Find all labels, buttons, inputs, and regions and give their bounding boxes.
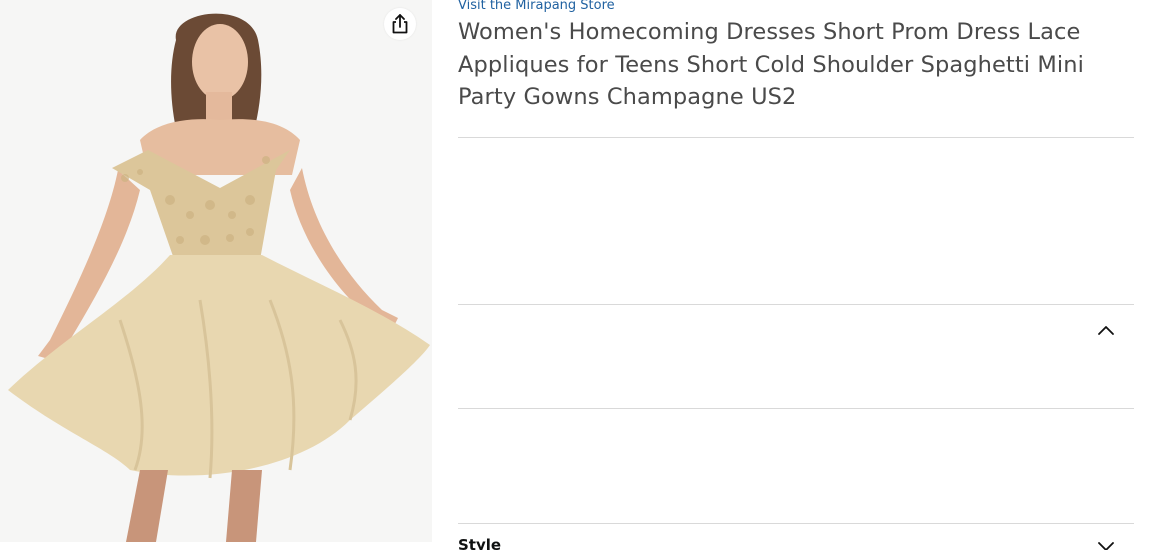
share-button[interactable]	[384, 8, 416, 40]
divider	[458, 408, 1134, 409]
product-image[interactable]	[0, 0, 432, 542]
product-image-panel	[0, 0, 432, 542]
product-info: Visit the Mirapang Store Women's Homecom…	[458, 0, 1134, 550]
collapsible-section[interactable]	[458, 305, 1134, 408]
chevron-down-icon[interactable]	[1096, 540, 1116, 550]
blank-section	[458, 138, 1134, 304]
style-section-label[interactable]: Style	[458, 536, 501, 550]
store-link[interactable]: Visit the Mirapang Store	[458, 0, 615, 13]
product-page: Visit the Mirapang Store Women's Homecom…	[0, 0, 1170, 550]
chevron-up-icon[interactable]	[1096, 323, 1116, 337]
share-icon	[392, 14, 408, 34]
product-title: Women's Homecoming Dresses Short Prom Dr…	[458, 19, 1084, 110]
divider	[458, 523, 1134, 524]
